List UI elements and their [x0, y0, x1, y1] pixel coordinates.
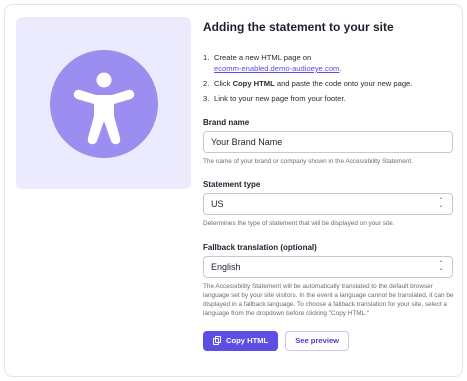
statement-card: Adding the statement to your site 1. Cre… — [4, 4, 463, 377]
step-text-pre: Create a new HTML page on — [214, 53, 312, 62]
step-text: Click Copy HTML and paste the code onto … — [214, 78, 412, 89]
step-text: Link to your new page from your footer. — [214, 94, 346, 103]
instructions-panel: Adding the statement to your site 1. Cre… — [203, 17, 455, 351]
copy-html-button[interactable]: Copy HTML — [203, 330, 279, 351]
brand-name-input[interactable] — [211, 137, 445, 147]
fallback-group: Fallback translation (optional) English … — [203, 243, 455, 319]
step-text-bold: Copy HTML — [232, 79, 275, 88]
statement-type-help: Determines the type of statement that wi… — [203, 220, 395, 228]
step-text-post: . — [339, 64, 342, 73]
section-title: Adding the statement to your site — [203, 20, 394, 34]
illustration-panel — [16, 17, 191, 189]
copy-html-label: Copy HTML — [226, 336, 269, 346]
statement-type-group: Statement type US ⌃ ⌄ Determines the type… — [203, 180, 455, 228]
step-number: 3. — [203, 94, 210, 103]
accessibility-icon — [73, 72, 135, 145]
fallback-value: English — [211, 261, 241, 272]
step-number: 1. — [203, 53, 210, 62]
step-text: Create a new HTML page on ecomm-enabled.… — [214, 52, 342, 74]
brand-name-label: Brand name — [203, 118, 250, 127]
step-text-pre: Click — [214, 79, 233, 88]
brand-name-help: The name of your brand or company shown … — [203, 158, 413, 165]
list-item: 3. Link to your new page from your foote… — [203, 93, 455, 104]
fallback-label: Fallback translation (optional) — [203, 242, 317, 252]
statement-type-value: US — [211, 199, 224, 210]
statement-type-label: Statement type — [203, 180, 261, 190]
copy-icon — [213, 336, 222, 346]
site-link[interactable]: ecomm-enabled.demo-audioeye.com — [214, 64, 339, 73]
list-item: 1. Create a new HTML page on ecomm-enabl… — [203, 52, 455, 74]
chevron-updown-icon: ⌃ ⌄ — [438, 198, 444, 210]
brand-name-group: Brand name The name of your brand or com… — [203, 118, 455, 166]
chevron-updown-icon: ⌃ ⌄ — [438, 260, 444, 272]
step-text-post: and paste the code onto your new page. — [274, 79, 413, 88]
fallback-help: The Accessibility Statement will be auto… — [203, 282, 454, 318]
action-buttons: Copy HTML See preview — [203, 330, 455, 351]
list-item: 2. Click Copy HTML and paste the code on… — [203, 78, 455, 89]
statement-type-select[interactable]: US ⌃ ⌄ — [203, 193, 453, 216]
steps-list: 1. Create a new HTML page on ecomm-enabl… — [203, 52, 455, 104]
see-preview-button[interactable]: See preview — [285, 330, 350, 351]
step-number: 2. — [203, 79, 210, 88]
fallback-select[interactable]: English ⌃ ⌄ — [203, 255, 453, 278]
brand-name-field-wrapper — [203, 131, 453, 153]
